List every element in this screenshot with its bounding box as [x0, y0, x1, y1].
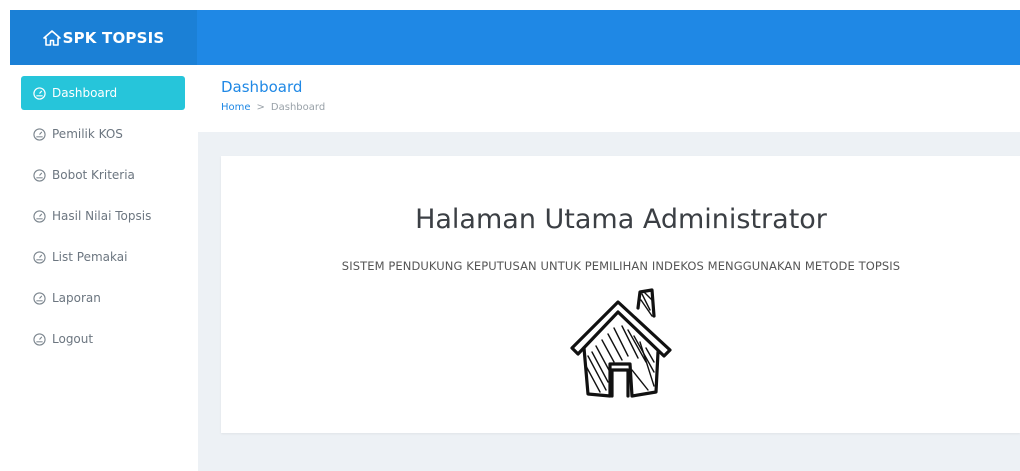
sidebar-item-label: Hasil Nilai Topsis: [52, 209, 152, 223]
breadcrumb: Home > Dashboard: [221, 102, 325, 113]
breadcrumb-separator: >: [256, 102, 265, 113]
dashboard-icon: [33, 168, 46, 182]
page-title: Dashboard: [221, 78, 303, 96]
dashboard-icon: [33, 209, 46, 223]
sidebar-item-list-pemakai[interactable]: List Pemakai: [21, 240, 185, 274]
home-icon: [42, 29, 61, 46]
welcome-card: Halaman Utama Administrator SISTEM PENDU…: [221, 156, 1020, 433]
sidebar: Dashboard Pemilik KOS Bobot Kriteria Has…: [10, 65, 198, 471]
sidebar-item-bobot-kriteria[interactable]: Bobot Kriteria: [21, 158, 185, 192]
breadcrumb-home-link[interactable]: Home: [221, 102, 251, 113]
dashboard-icon: [33, 332, 46, 346]
page-header: Dashboard Home > Dashboard: [198, 65, 1020, 132]
house-sketch-icon: [570, 288, 672, 398]
sidebar-item-pemilik-kos[interactable]: Pemilik KOS: [21, 117, 185, 151]
sidebar-item-label: Laporan: [52, 291, 101, 305]
welcome-subtitle: SISTEM PENDUKUNG KEPUTUSAN UNTUK PEMILIH…: [341, 259, 901, 273]
sidebar-item-hasil-nilai-topsis[interactable]: Hasil Nilai Topsis: [21, 199, 185, 233]
dashboard-icon: [33, 127, 46, 141]
breadcrumb-current: Dashboard: [270, 102, 326, 113]
dashboard-icon: [33, 291, 46, 305]
brand-logo[interactable]: SPK TOPSIS: [10, 10, 197, 65]
welcome-title: Halaman Utama Administrator: [415, 204, 827, 235]
dashboard-icon: [33, 86, 46, 100]
main-content: Dashboard Home > Dashboard Halaman Utama…: [198, 65, 1020, 471]
sidebar-item-label: Pemilik KOS: [52, 127, 123, 141]
sidebar-item-dashboard[interactable]: Dashboard: [21, 76, 185, 110]
sidebar-item-logout[interactable]: Logout: [21, 322, 185, 356]
sidebar-item-label: List Pemakai: [52, 250, 128, 264]
brand-title: SPK TOPSIS: [62, 28, 165, 47]
top-navbar: SPK TOPSIS: [10, 10, 1020, 65]
sidebar-item-laporan[interactable]: Laporan: [21, 281, 185, 315]
dashboard-icon: [33, 250, 46, 264]
sidebar-item-label: Logout: [52, 332, 94, 346]
sidebar-item-label: Dashboard: [52, 86, 118, 100]
sidebar-item-label: Bobot Kriteria: [52, 168, 135, 182]
